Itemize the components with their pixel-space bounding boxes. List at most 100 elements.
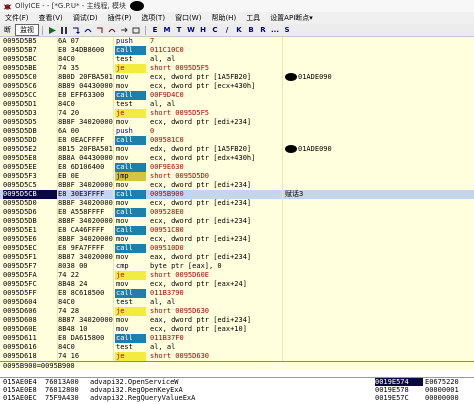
pause-icon[interactable] [59,26,69,35]
menu-item[interactable]: 窗口(W) [170,13,206,23]
play-icon[interactable] [47,26,57,35]
menu-item[interactable]: 文件(F) [0,13,34,23]
stack-row[interactable]: 015AE0EC 75F9A430 advapi32.RegQueryValueEx… [0,394,474,402]
window-button[interactable]: W [186,26,196,35]
row-hex: 8B8F 34020000 [58,217,113,225]
goto-icon[interactable] [131,26,141,35]
pause-icon [61,26,67,34]
row-mnemonic: mov [116,199,129,207]
tab-breakpoints[interactable]: 断 [0,25,15,35]
disasm-row[interactable]: 0095D5F7 8038 00 cmp byte ptr [eax], 0 [0,262,474,271]
disasm-row[interactable]: 0095D5D6 E8 A558FFFF call 009528E0 [0,208,474,217]
window-button[interactable]: C [210,26,220,35]
tab-watch[interactable]: 监视 [15,24,39,36]
row-comment [285,289,474,298]
row-hex: E8 34DB8600 [58,46,105,54]
disasm-row[interactable]: 0095D616 84C0 test al, al [0,343,474,352]
disasm-row[interactable]: 0095D611 E8 DA615800 call 011B37F0 [0,334,474,343]
stack-row[interactable]: 015AE0E4 76013A00 advapi32.OpenServiceW 001… [0,378,474,386]
window-button[interactable]: R [258,26,268,35]
disasm-row[interactable]: 0095D5FF E8 8C618500 call 011B3790 [0,289,474,298]
row-address: 0095D5B5 [3,37,37,45]
menu-item[interactable]: 查看(V) [34,13,68,23]
disasm-row[interactable]: 0095D608 8B87 34020000 mov eax, dword ptr [… [0,316,474,325]
window-button[interactable]: E [150,26,160,35]
step-over-icon[interactable] [83,26,93,35]
disasm-row[interactable]: 0095D5F1 8B87 34020000 mov eax, dword ptr [… [0,253,474,262]
disasm-row[interactable]: 0095D604 84C0 test al, al [0,298,474,307]
window-button[interactable]: M [162,26,172,35]
disasm-row[interactable]: 0095D5BC 84C0 test al, al [0,55,474,64]
disasm-row[interactable]: 0095D606 74 28 je short 0095D630 [0,307,474,316]
window-button[interactable]: H [198,26,208,35]
row-comment [285,64,474,73]
disasm-row[interactable]: 0095D5C6 8B89 04430000 mov ecx, dword ptr [… [0,82,474,91]
disasm-row[interactable]: 0095D5D3 74 20 je short 0095D5F5 [0,109,474,118]
disasm-row[interactable]: 0095D5D1 84C0 test al, al [0,100,474,109]
row-address: 0095D5D0 [3,199,37,207]
dump-value: 00000001 [425,386,459,394]
disasm-row[interactable]: 0095D5F3 EB 0E jmp short 0095D5D0 [0,172,474,181]
row-operand: 011B3790 [150,289,184,297]
disasm-row[interactable]: 0095D5EE E8 6D106400 call 00F9E630 [0,163,474,172]
disasm-row[interactable]: 0095D618 74 16 je short 0095D630 [0,352,474,361]
row-operand: 011C10C0 [150,46,184,54]
disasm-row[interactable]: 0095D5D5 8B8F 34020000 mov ecx, dword ptr [… [0,118,474,127]
disasm-row[interactable]: 0095D5EC E8 9FA7FFFF call 009510D0 [0,244,474,253]
window-button[interactable]: K [234,26,244,35]
row-hex: 74 28 [58,307,80,315]
row-address: 0095D5CC [3,91,37,99]
redacted-mark [285,145,297,153]
row-hex: E8 0EACFFFF [58,136,105,144]
disasm-row[interactable]: 0095D5DB 8B8F 34020000 mov ecx, dword ptr [… [0,217,474,226]
menu-item[interactable]: 设置API断点▾ [265,13,318,23]
disasm-row[interactable]: 0095D5E6 8B8F 34020000 mov ecx, dword ptr [… [0,235,474,244]
menu-item[interactable]: 调试(D) [68,13,103,23]
disasm-row[interactable]: 0095D60E 8B48 10 mov ecx, dword ptr [eax+10… [0,325,474,334]
disassembly-pane[interactable]: 0095D5B5 6A 07 push 7 0095D5B7 E8 34DB8600 cal… [0,37,474,361]
row-mnemonic: mov [116,253,129,261]
window-button[interactable]: ... [270,26,280,35]
trace-over-icon[interactable] [107,26,117,35]
disasm-row[interactable]: 0095D5B5 6A 07 push 7 [0,37,474,46]
trace-into-icon[interactable] [95,26,105,35]
row-operand: byte ptr [eax], 0 [150,262,222,270]
menu-item[interactable]: 插件(P) [103,13,137,23]
stack-row[interactable]: 015AE0E8 76012800 advapi32.RegOpenKeyExA 00… [0,386,474,394]
disasm-row[interactable]: 0095D5E2 8B15 20FBA501 mov edx, dword ptr [… [0,145,474,154]
row-operand: ecx, dword ptr [edi+234] [150,199,252,207]
disasm-row[interactable]: 0095D5DB 6A 00 push 0 [0,127,474,136]
row-comment [285,208,474,217]
menu-item[interactable]: 选项(T) [136,13,170,23]
disasm-row[interactable]: 0095D5E1 E8 CA46FFFF call 00951C80 [0,226,474,235]
disasm-row[interactable]: 0095D5C5 8B8F 34020000 mov ecx, dword ptr [… [0,181,474,190]
disasm-row[interactable]: 0095D5B7 E8 34DB8600 call 011C10C0 [0,46,474,55]
run-to-return-icon[interactable] [119,26,129,35]
disasm-row[interactable]: 0095D5BE 74 35 je short 0095D5F5 [0,64,474,73]
disasm-row[interactable]: 0095D5D0 8B8F 34020000 mov ecx, dword ptr [… [0,199,474,208]
row-mnemonic: mov [116,181,129,189]
row-comment [285,163,474,172]
menu-item[interactable]: 工具 [241,13,265,23]
row-address: 0095D608 [3,316,37,324]
disasm-row[interactable]: 0095D5FC 8B48 24 mov ecx, dword ptr [eax+24… [0,280,474,289]
window-button[interactable]: S [282,26,292,35]
stack-pane[interactable]: 015AE0E4 76013A00 advapi32.OpenServiceW 001… [0,377,474,404]
disasm-row-selected[interactable]: 0095D5CB E8 30E3FFFF call 0095B900 赋话3 [0,190,474,199]
row-address: 0095D5E6 [3,235,37,243]
step-into-icon[interactable] [71,26,81,35]
row-operand: edx, dword ptr [1A5FB20] [150,145,252,153]
disasm-row[interactable]: 0095D5CC E8 EFF63300 call 00F9D4C0 [0,91,474,100]
window-button[interactable]: B [246,26,256,35]
disasm-row[interactable]: 0095D5DD E8 0EACFFFF call 009581C0 [0,136,474,145]
disasm-row[interactable]: 0095D5E8 8B8A 04430000 mov ecx, dword ptr [… [0,154,474,163]
menu-item[interactable]: 帮助(H) [206,13,241,23]
disasm-row[interactable]: 0095D5C0 8B0D 20FBA501 mov ecx, dword ptr [… [0,73,474,82]
window-button[interactable]: / [222,26,232,35]
row-mnemonic: je [115,109,146,118]
window-button[interactable]: T [174,26,184,35]
row-comment [285,136,474,145]
redacted-mark [285,73,297,81]
row-mnemonic: mov [116,118,129,126]
disasm-row[interactable]: 0095D5FA 74 22 je short 0095D60E [0,271,474,280]
